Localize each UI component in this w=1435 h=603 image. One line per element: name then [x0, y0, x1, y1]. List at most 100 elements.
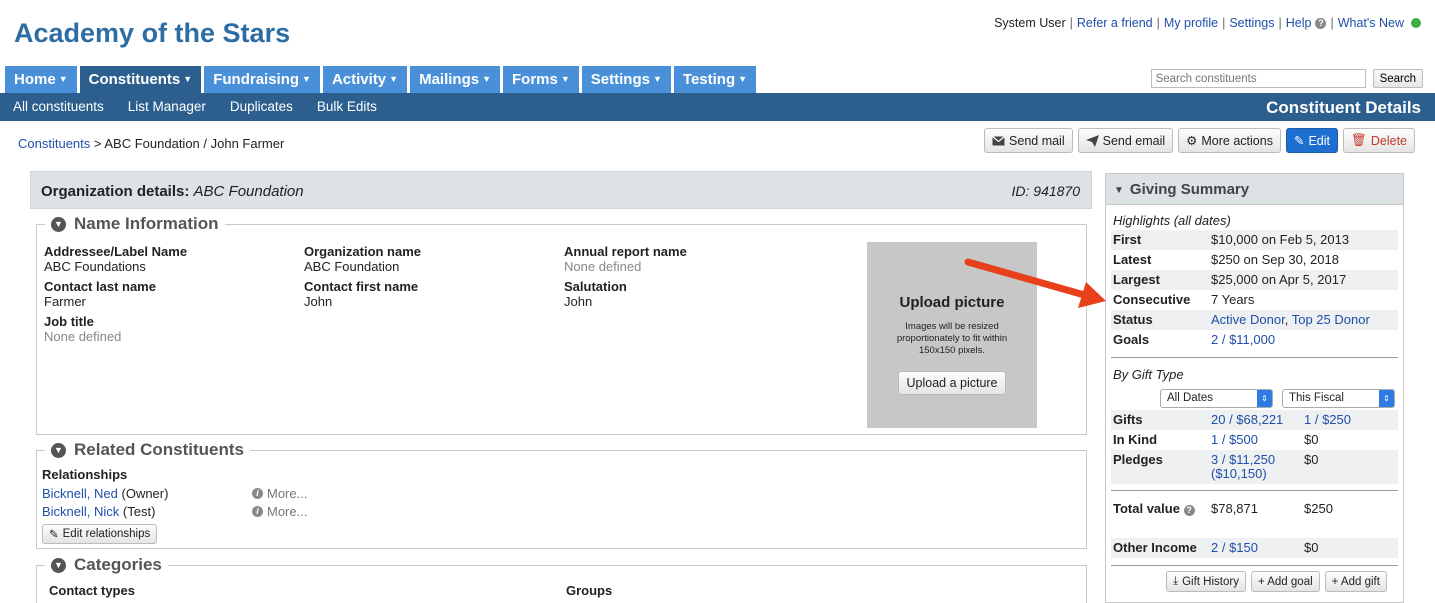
- download-icon: ⤓: [1173, 575, 1179, 587]
- select-arrows-icon: ⇕: [1257, 390, 1272, 407]
- tab-constituents[interactable]: Constituents ▼: [79, 66, 202, 93]
- pencil-icon: ✎: [49, 529, 59, 541]
- subnav-bulk-edits[interactable]: Bulk Edits: [317, 93, 377, 120]
- pencil-icon: ✎: [1293, 134, 1305, 148]
- contact-first-name-field: Contact first name John: [304, 279, 419, 309]
- select-arrows-icon: ⇕: [1379, 390, 1394, 407]
- top-links: System User | Refer a friend | My profil…: [994, 16, 1421, 30]
- upload-picture-button[interactable]: Upload a picture: [898, 371, 1006, 395]
- breadcrumb-constituents[interactable]: Constituents: [18, 136, 90, 151]
- help-icon[interactable]: ?: [1315, 17, 1327, 29]
- tab-forms[interactable]: Forms ▼: [503, 66, 579, 93]
- groups-field: Groups: [566, 583, 613, 598]
- search-button[interactable]: Search: [1372, 69, 1423, 88]
- tab-testing[interactable]: Testing ▼: [673, 66, 757, 93]
- goals-link[interactable]: 2 / $11,000: [1211, 330, 1275, 350]
- status-active-donor-link[interactable]: Active Donor: [1211, 312, 1285, 327]
- delete-button[interactable]: 🗑 Delete: [1342, 128, 1415, 153]
- by-gift-type-label: By Gift Type: [1113, 367, 1184, 382]
- subnav-all-constituents[interactable]: All constituents: [13, 93, 104, 120]
- caret-down-icon: ▼: [560, 74, 570, 84]
- trash-icon: 🗑: [1350, 133, 1367, 147]
- tab-mailings[interactable]: Mailings ▼: [410, 66, 501, 93]
- other-income-row: Other Income 2 / $150 $0: [1111, 538, 1398, 558]
- relationship-more[interactable]: i More...: [252, 504, 307, 519]
- pledges-row: Pledges 3 / $11,250 ($10,150) $0: [1111, 450, 1398, 484]
- help-icon[interactable]: ?: [1183, 505, 1195, 516]
- divider: [1111, 490, 1398, 491]
- relationship-link[interactable]: Bicknell, Nick: [42, 504, 119, 519]
- add-goal-button[interactable]: + Add goal: [1250, 571, 1320, 592]
- categories-legend[interactable]: ▼ Categories: [45, 555, 168, 575]
- name-information-legend[interactable]: ▼ Name Information: [45, 214, 225, 234]
- caret-down-icon: ▼: [482, 74, 492, 84]
- search-bar: Search: [1150, 69, 1423, 88]
- salutation-field: Salutation John: [564, 279, 627, 309]
- current-user: System User: [994, 16, 1066, 30]
- gifts-row: Gifts 20 / $68,221 1 / $250: [1111, 410, 1398, 430]
- breadcrumb-current: ABC Foundation / John Farmer: [104, 136, 285, 151]
- tab-activity[interactable]: Activity ▼: [322, 66, 408, 93]
- app-title: Academy of the Stars: [14, 18, 291, 48]
- annual-report-field: Annual report name None defined: [564, 244, 687, 274]
- org-details-header: Organization details: ABC Foundation ID:…: [30, 171, 1092, 209]
- tab-fundraising[interactable]: Fundraising ▼: [204, 66, 320, 93]
- constituent-id: ID: 941870: [1011, 183, 1081, 199]
- relationship-link[interactable]: Bicknell, Ned: [42, 486, 118, 501]
- caret-down-icon: ▼: [302, 74, 311, 84]
- gifts-all-link[interactable]: 20 / $68,221: [1211, 410, 1283, 430]
- help-link[interactable]: Help: [1286, 16, 1312, 30]
- send-email-button[interactable]: Send email: [1077, 128, 1174, 153]
- addressee-field: Addressee/Label Name ABC Foundations: [44, 244, 188, 274]
- main-nav: Home ▼ Constituents ▼ Fundraising ▼ Activit…: [5, 66, 757, 93]
- add-gift-button[interactable]: + Add gift: [1324, 571, 1387, 592]
- giving-summary-header[interactable]: ▼ Giving Summary: [1106, 174, 1403, 205]
- giving-actions: ⤓ Gift History + Add goal + Add gift: [1166, 571, 1387, 592]
- search-input[interactable]: [1150, 69, 1366, 88]
- my-profile-link[interactable]: My profile: [1164, 16, 1218, 30]
- related-constituents-legend[interactable]: ▼ Related Constituents: [45, 440, 251, 460]
- name-information-section: ▼ Name Information Addressee/Label Name …: [36, 214, 1087, 435]
- caret-down-icon: ▼: [389, 74, 399, 84]
- fiscal-select[interactable]: This Fiscal ⇕: [1282, 389, 1395, 408]
- org-name: ABC Foundation: [193, 183, 304, 200]
- caret-down-icon: ▼: [58, 74, 68, 84]
- consecutive-row: Consecutive 7 Years: [1113, 292, 1255, 307]
- chevron-down-icon: ▼: [51, 557, 66, 573]
- breadcrumb: Constituents > ABC Foundation / John Far…: [18, 136, 285, 151]
- status-top25-link[interactable]: Top 25 Donor: [1292, 312, 1370, 327]
- edit-relationships-button[interactable]: ✎ Edit relationships: [42, 524, 158, 544]
- tab-settings[interactable]: Settings ▼: [581, 66, 671, 93]
- relationship-row: Bicknell, Nick (Test): [42, 504, 156, 519]
- upload-picture-desc: Images will be resized proportionately t…: [896, 321, 1008, 356]
- divider: [1111, 357, 1398, 358]
- inkind-all-link[interactable]: 1 / $500: [1211, 430, 1258, 450]
- send-mail-button[interactable]: Send mail: [984, 128, 1073, 153]
- total-value-row: Total value ? $78,871 $250: [1113, 501, 1333, 516]
- status-dot-icon: [1411, 18, 1421, 28]
- relationship-row: Bicknell, Ned (Owner): [42, 486, 169, 501]
- pledges-balance-link[interactable]: ($10,150): [1211, 464, 1267, 484]
- inkind-row: In Kind 1 / $500 $0: [1111, 430, 1398, 450]
- refer-friend-link[interactable]: Refer a friend: [1077, 16, 1153, 30]
- sub-nav: All constituents List Manager Duplicates…: [0, 93, 1435, 121]
- date-range-select[interactable]: All Dates ⇕: [1160, 389, 1273, 408]
- contact-last-name-field: Contact last name Farmer: [44, 279, 156, 309]
- whats-new-link[interactable]: What's New: [1338, 16, 1404, 30]
- subnav-list-manager[interactable]: List Manager: [128, 93, 206, 120]
- giving-summary-panel: ▼ Giving Summary Highlights (all dates) F…: [1105, 173, 1404, 603]
- first-gift-row: First $10,000 on Feb 5, 2013: [1111, 230, 1398, 250]
- tab-home[interactable]: Home ▼: [5, 66, 77, 93]
- other-income-link[interactable]: 2 / $150: [1211, 538, 1258, 558]
- relationships-heading: Relationships: [42, 467, 128, 482]
- triangle-down-icon: ▼: [1114, 185, 1124, 196]
- settings-link[interactable]: Settings: [1229, 16, 1274, 30]
- subnav-duplicates[interactable]: Duplicates: [230, 93, 293, 120]
- gift-history-button[interactable]: ⤓ Gift History: [1166, 571, 1246, 592]
- edit-button[interactable]: ✎ Edit: [1285, 128, 1338, 153]
- more-actions-button[interactable]: ⚙ More actions: [1178, 128, 1281, 153]
- caret-down-icon: ▼: [652, 74, 662, 84]
- divider: [1111, 565, 1398, 566]
- relationship-more[interactable]: i More...: [252, 486, 307, 501]
- gifts-fiscal-link[interactable]: 1 / $250: [1304, 410, 1351, 430]
